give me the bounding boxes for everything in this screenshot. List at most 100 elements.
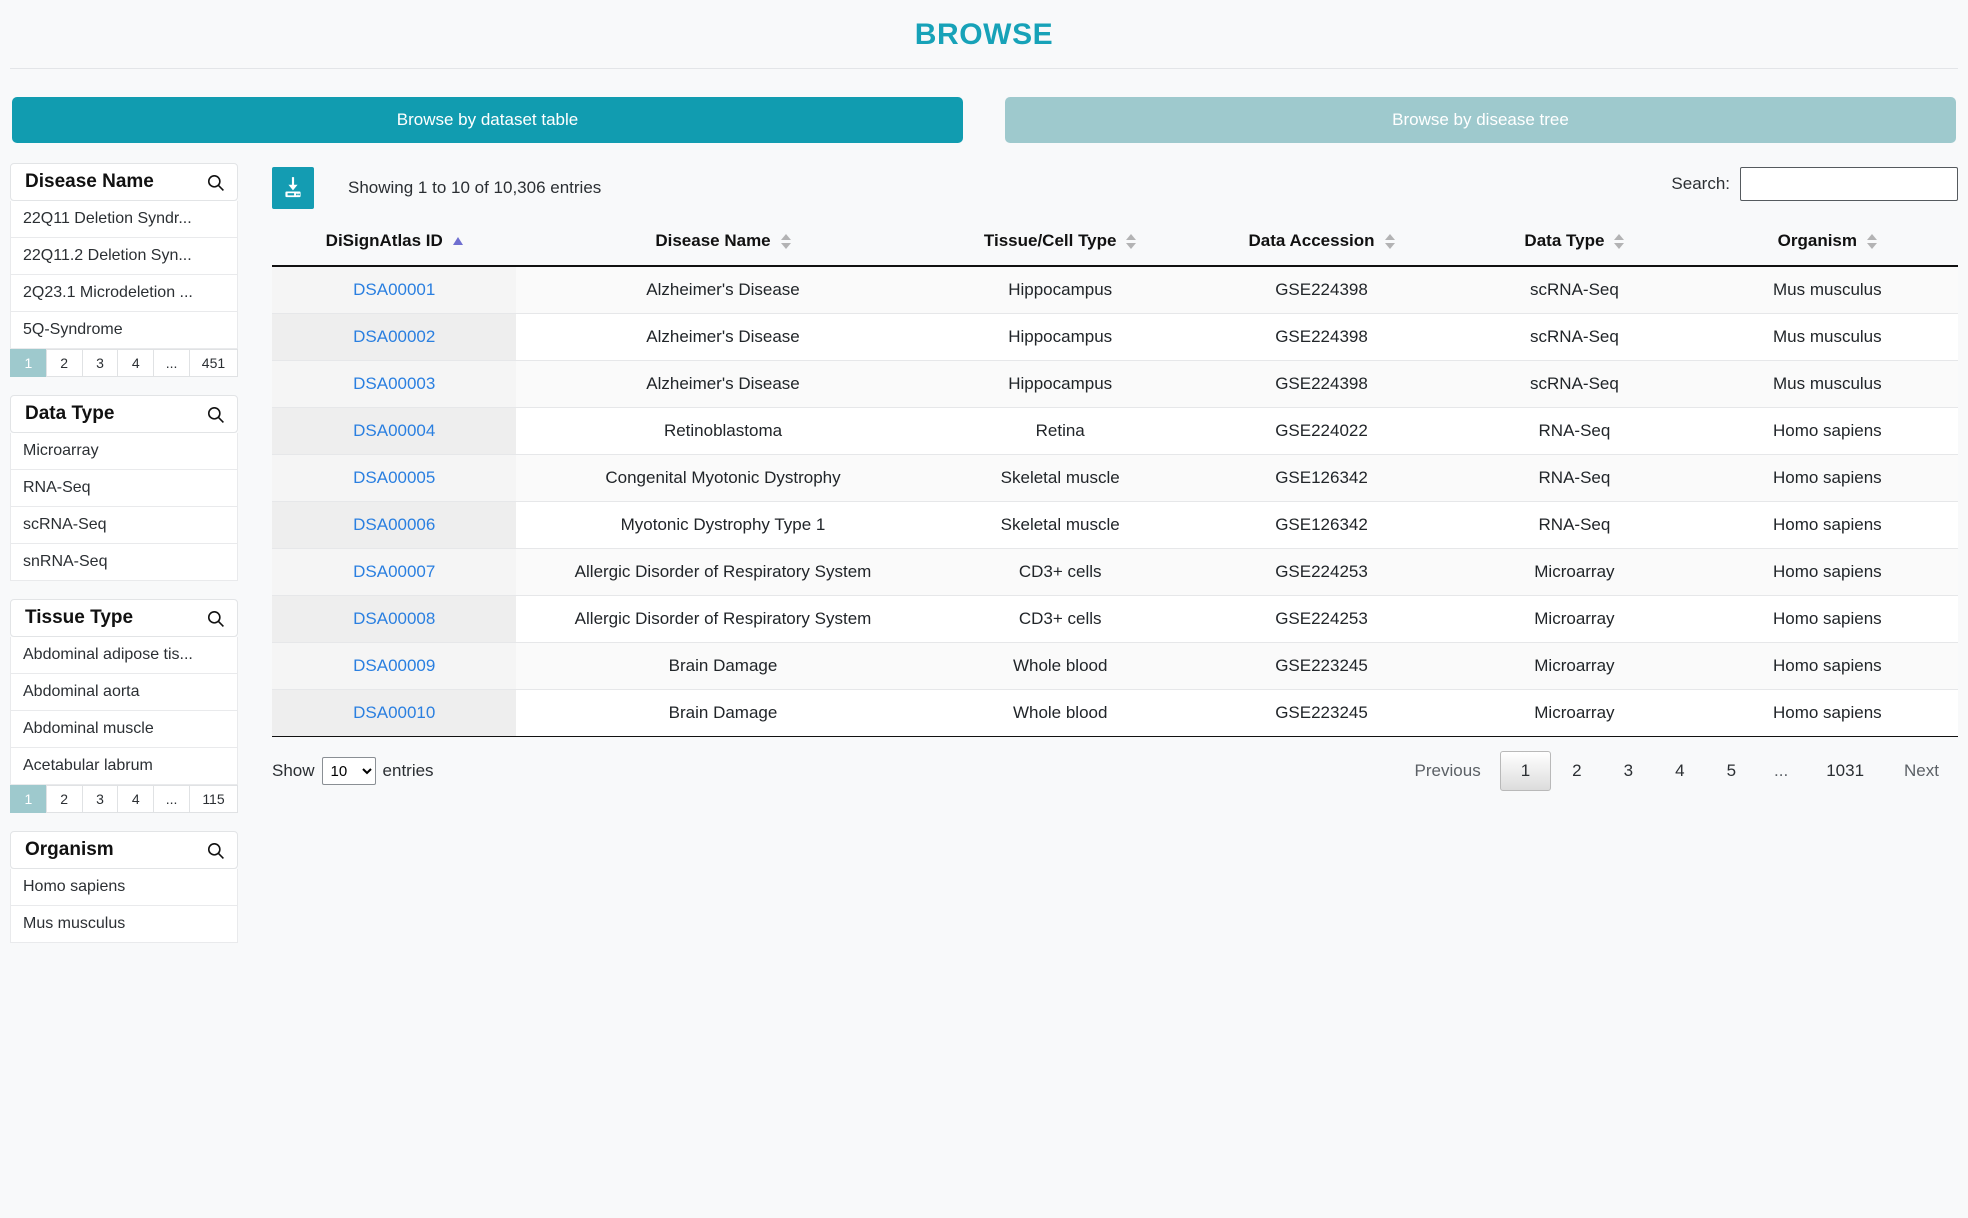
facet-organism-header[interactable]: Organism — [10, 831, 238, 869]
pagination-page-3[interactable]: 3 — [1603, 751, 1654, 791]
search-input[interactable] — [1740, 167, 1958, 201]
dataset-link[interactable]: DSA00004 — [353, 421, 435, 440]
sort-both-icon — [1867, 233, 1877, 249]
pagination-previous[interactable]: Previous — [1396, 751, 1500, 791]
list-item[interactable]: Abdominal adipose tis... — [10, 637, 238, 674]
column-header-disignatlas-id[interactable]: DiSignAtlas ID — [272, 219, 517, 267]
list-item[interactable]: snRNA-Seq — [10, 544, 238, 581]
facet-page-1[interactable]: 1 — [10, 349, 47, 377]
pagination-ellipsis[interactable]: ... — [1757, 751, 1805, 791]
facet-page-3[interactable]: 3 — [81, 785, 119, 813]
cell-disignatlas-id: DSA00004 — [272, 407, 517, 455]
facet-disease-name-title: Disease Name — [25, 171, 154, 192]
list-item[interactable]: scRNA-Seq — [10, 507, 238, 544]
column-header-disease-name[interactable]: Disease Name — [516, 219, 930, 267]
dataset-link[interactable]: DSA00006 — [353, 515, 435, 534]
cell-disease-name: Alzheimer's Disease — [516, 313, 930, 361]
page-length-control: Show 102550100 entries — [272, 757, 434, 785]
page-length-select[interactable]: 102550100 — [321, 757, 376, 785]
facet-page-ellipsis[interactable]: ... — [153, 785, 190, 813]
showing-entries-info: Showing 1 to 10 of 10,306 entries — [348, 178, 602, 197]
facet-tissue-type-header[interactable]: Tissue Type — [10, 599, 238, 637]
cell-data-accession: GSE126342 — [1190, 454, 1453, 502]
dataset-link[interactable]: DSA00007 — [353, 562, 435, 581]
cell-data-accession: GSE126342 — [1190, 501, 1453, 549]
cell-data-accession: GSE224398 — [1190, 266, 1453, 314]
sort-both-icon — [780, 233, 791, 249]
column-header-organism[interactable]: Organism — [1696, 219, 1958, 267]
dataset-link[interactable]: DSA00003 — [353, 374, 435, 393]
list-item[interactable]: Abdominal muscle — [10, 711, 238, 748]
facet-page-last[interactable]: 115 — [188, 785, 238, 813]
list-item[interactable]: Acetabular labrum — [10, 748, 238, 785]
search-icon[interactable] — [206, 173, 225, 192]
facet-disease-name-header[interactable]: Disease Name — [10, 163, 238, 201]
search-icon[interactable] — [206, 841, 225, 860]
pagination-page-5[interactable]: 5 — [1706, 751, 1757, 791]
facet-page-1[interactable]: 1 — [10, 785, 47, 813]
facet-data-type: Data Type Microarray RNA-Seq scRNA-Seq s… — [10, 395, 238, 581]
pagination-next[interactable]: Next — [1885, 751, 1958, 791]
table-row: DSA00010 Brain Damage Whole blood GSE223245… — [272, 689, 1958, 737]
column-label: Data Accession — [1248, 231, 1375, 250]
table-row: DSA00006 Myotonic Dystrophy Type 1 Skeleta… — [272, 501, 1958, 549]
cell-data-type: Microarray — [1452, 595, 1697, 643]
table-row: DSA00001 Alzheimer's Disease Hippocampus GS… — [272, 266, 1958, 314]
facet-tissue-type-title: Tissue Type — [25, 607, 134, 628]
list-item[interactable]: Abdominal aorta — [10, 674, 238, 711]
pagination-page-2[interactable]: 2 — [1551, 751, 1602, 791]
dataset-link[interactable]: DSA00001 — [353, 280, 435, 299]
list-item[interactable]: 22Q11 Deletion Syndr... — [10, 201, 238, 238]
facet-item-label: Abdominal adipose tis... — [23, 646, 193, 663]
facet-data-type-header[interactable]: Data Type — [10, 395, 238, 433]
facet-item-label: scRNA-Seq — [23, 516, 107, 533]
cell-tissue-cell-type: Hippocampus — [929, 360, 1191, 408]
dataset-link[interactable]: DSA00005 — [353, 468, 435, 487]
list-item[interactable]: 5Q-Syndrome — [10, 312, 238, 349]
list-item[interactable]: Homo sapiens — [10, 869, 238, 906]
facet-item-label: 2Q23.1 Microdeletion ... — [23, 284, 193, 301]
dataset-link[interactable]: DSA00009 — [353, 656, 435, 675]
table-body: DSA00001 Alzheimer's Disease Hippocampus GS… — [272, 266, 1958, 737]
list-item[interactable]: RNA-Seq — [10, 470, 238, 507]
dataset-link[interactable]: DSA00008 — [353, 609, 435, 628]
list-item[interactable]: Mus musculus — [10, 906, 238, 943]
facet-page-4[interactable]: 4 — [117, 349, 155, 377]
cell-organism: Mus musculus — [1696, 266, 1958, 314]
tab-browse-by-dataset-table[interactable]: Browse by dataset table — [12, 97, 963, 143]
search-icon[interactable] — [206, 609, 225, 628]
table-row: DSA00003 Alzheimer's Disease Hippocampus GS… — [272, 360, 1958, 408]
facet-page-4[interactable]: 4 — [117, 785, 155, 813]
column-label: Disease Name — [655, 231, 771, 250]
column-header-data-accession[interactable]: Data Accession — [1190, 219, 1453, 267]
list-item[interactable]: Microarray — [10, 433, 238, 470]
pagination-page-1[interactable]: 1 — [1499, 751, 1552, 791]
dataset-link[interactable]: DSA00002 — [353, 327, 435, 346]
pagination-page-last[interactable]: 1031 — [1805, 751, 1885, 791]
facet-page-3[interactable]: 3 — [81, 349, 119, 377]
facet-item-label: Microarray — [23, 442, 99, 459]
search-icon[interactable] — [206, 405, 225, 424]
table-header-row: DiSignAtlas ID Disease Name Tissue/Cell … — [272, 219, 1958, 267]
dataset-link[interactable]: DSA00010 — [353, 703, 435, 722]
sort-both-icon — [1126, 233, 1137, 249]
column-header-data-type[interactable]: Data Type — [1452, 219, 1697, 267]
facet-page-last[interactable]: 451 — [188, 349, 238, 377]
dataset-table-panel: Showing 1 to 10 of 10,306 entries Search… — [238, 163, 1958, 1163]
main-layout: Disease Name 22Q11 Deletion Syndr... 22Q… — [0, 143, 1968, 1163]
download-save-icon[interactable] — [272, 167, 314, 209]
list-item[interactable]: 2Q23.1 Microdeletion ... — [10, 275, 238, 312]
pagination-page-4[interactable]: 4 — [1654, 751, 1705, 791]
cell-data-type: scRNA-Seq — [1452, 313, 1697, 361]
facet-item-label: 22Q11.2 Deletion Syn... — [23, 247, 192, 264]
browse-mode-tabs: Browse by dataset table Browse by diseas… — [0, 69, 1968, 143]
tab-browse-by-disease-tree[interactable]: Browse by disease tree — [1005, 97, 1956, 143]
facet-page-ellipsis[interactable]: ... — [153, 349, 190, 377]
cell-data-type: RNA-Seq — [1452, 501, 1697, 549]
facet-page-2[interactable]: 2 — [45, 785, 83, 813]
facet-page-2[interactable]: 2 — [45, 349, 83, 377]
table-footer: Show 102550100 entries Previous 1 2 3 4 … — [272, 736, 1958, 791]
table-search: Search: — [1671, 167, 1958, 201]
list-item[interactable]: 22Q11.2 Deletion Syn... — [10, 238, 238, 275]
column-header-tissue-cell-type[interactable]: Tissue/Cell Type — [929, 219, 1191, 267]
